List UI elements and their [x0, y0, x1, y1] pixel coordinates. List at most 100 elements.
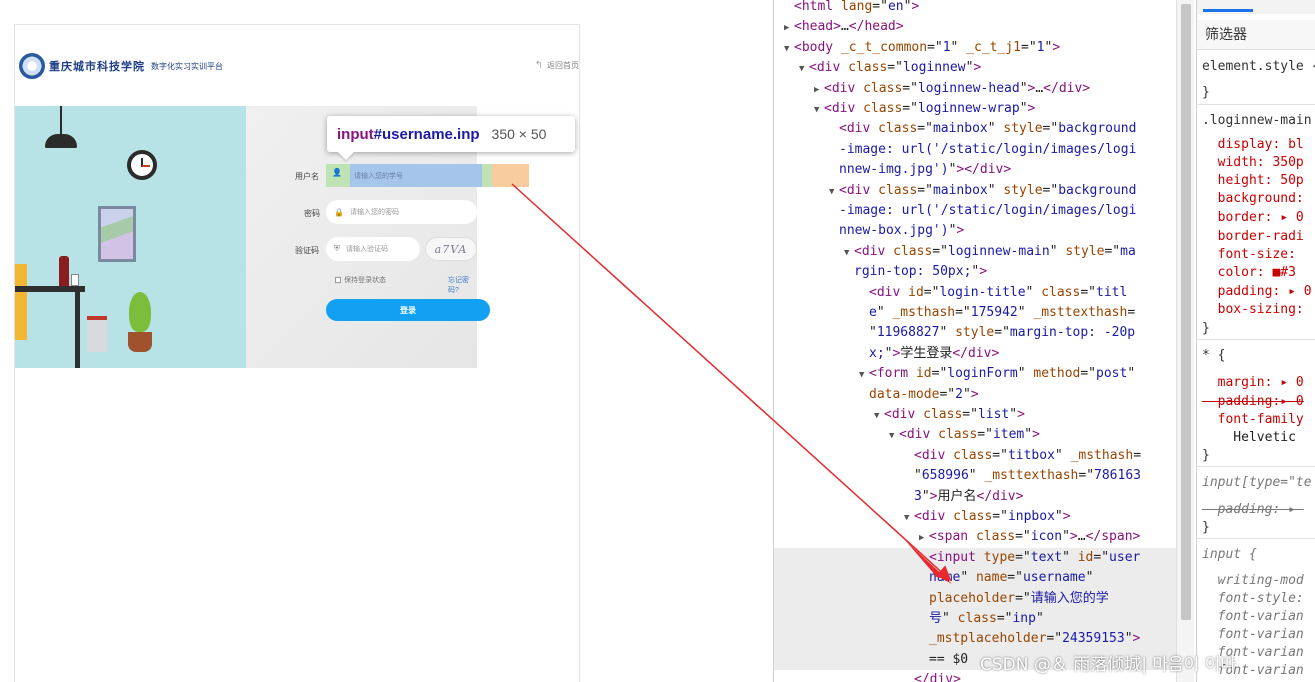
- style-rule-line[interactable]: font-size:: [1197, 246, 1315, 264]
- dom-token: =": [992, 509, 1008, 524]
- style-rule-line[interactable]: padding: ▸ 0: [1197, 283, 1315, 301]
- collapse-triangle-icon[interactable]: ▼: [844, 243, 854, 263]
- captcha-input[interactable]: ⛨ 请输入验证码: [326, 237, 420, 261]
- collapse-triangle-icon[interactable]: ▼: [814, 100, 824, 120]
- dom-node-line[interactable]: ▼ <form id="loginForm" method="post": [774, 364, 1176, 385]
- style-rule-line[interactable]: padding: ▸: [1197, 501, 1315, 519]
- scroll-thumb[interactable]: [1181, 4, 1191, 620]
- style-rule-line[interactable]: }: [1197, 320, 1315, 338]
- dom-node-line[interactable]: <html lang="en">: [774, 0, 1176, 17]
- dom-node-line[interactable]: <div class="titbox" _msthash=: [774, 446, 1176, 466]
- style-rule-line[interactable]: element.style {: [1197, 58, 1315, 76]
- password-input[interactable]: 🔒 请输入您的密码: [326, 200, 477, 224]
- dom-token: x;: [869, 345, 885, 361]
- style-rule-line[interactable]: writing-mod: [1197, 572, 1315, 590]
- elements-scrollbar[interactable]: [1176, 0, 1194, 682]
- style-rule-line[interactable]: border: ▸ 0: [1197, 209, 1315, 227]
- dom-node-line[interactable]: ▼ <div class="loginnew">: [774, 58, 1176, 79]
- dom-node-line[interactable]: -image: url('/static/login/images/logi: [774, 140, 1176, 160]
- styles-panel[interactable]: 筛选器 element.style {} .loginnew-main displ…: [1196, 0, 1315, 682]
- dom-node-line[interactable]: "11968827" style="margin-top: -20p: [774, 323, 1176, 343]
- dom-node-line[interactable]: 3">用户名</div>: [774, 487, 1176, 507]
- style-rule-line[interactable]: font-varian: [1197, 608, 1315, 626]
- styles-tabs[interactable]: [1197, 0, 1315, 14]
- dom-token: id: [915, 366, 932, 382]
- dom-token: ": [921, 488, 930, 504]
- collapse-triangle-icon[interactable]: ▼: [859, 365, 869, 385]
- dom-node-line[interactable]: ▼ <div class="inpbox">: [774, 507, 1176, 528]
- dom-node-selected[interactable]: placeholder="请输入您的学: [774, 588, 1176, 609]
- remember-checkbox[interactable]: [335, 277, 341, 283]
- style-rule-line[interactable]: }: [1197, 84, 1315, 102]
- dom-node-line[interactable]: ▼ <div class="loginnew-main" style="ma: [774, 242, 1176, 263]
- dom-node-line[interactable]: ▼ <div class="mainbox" style="background: [774, 181, 1176, 202]
- dom-node-selected[interactable]: _mstplaceholder="24359153">: [774, 629, 1176, 650]
- screenshot-root: 重庆城市科技学院 数字化实习实训平台 ↰ 返回首页 用户名 请输入您的学号 👤 …: [0, 0, 1315, 682]
- style-rule-line[interactable]: Helvetic: [1197, 429, 1315, 447]
- captcha-image[interactable]: a7VA: [425, 237, 477, 261]
- dom-node-line[interactable]: e" _msthash="175942" _msttexthash=: [774, 303, 1176, 323]
- dom-node-line[interactable]: <div id="login-title" class="titl: [774, 283, 1176, 303]
- style-rule-line[interactable]: border-radi: [1197, 228, 1315, 246]
- style-rule-line[interactable]: font-family: [1197, 411, 1315, 429]
- collapse-triangle-icon[interactable]: ▼: [799, 59, 809, 79]
- collapse-triangle-icon[interactable]: ▼: [889, 426, 899, 446]
- login-button[interactable]: 登录: [326, 299, 490, 321]
- remember-me[interactable]: 保持登录状态: [335, 275, 386, 285]
- collapse-triangle-icon[interactable]: ▼: [874, 406, 884, 426]
- style-rule-line[interactable]: padding:▸ 0: [1197, 393, 1315, 411]
- dom-node-line[interactable]: -image: url('/static/login/images/logi: [774, 201, 1176, 221]
- dom-node-line[interactable]: "658996" _msttexthash="786163: [774, 466, 1176, 486]
- dom-node-line[interactable]: ▶ <div class="loginnew-head">…</div>: [774, 79, 1176, 100]
- dom-node-line[interactable]: <div class="mainbox" style="background: [774, 119, 1176, 139]
- style-rule-line[interactable]: margin: ▸ 0: [1197, 374, 1315, 392]
- style-rule-line[interactable]: }: [1197, 519, 1315, 537]
- collapse-triangle-icon[interactable]: ▼: [784, 39, 794, 59]
- style-rule-line[interactable]: .loginnew-main: [1197, 112, 1315, 130]
- tooltip-id: #username.inp: [373, 125, 480, 143]
- dom-node-line[interactable]: nnew-box.jpg')">: [774, 221, 1176, 241]
- forgot-password-link[interactable]: 忘记密码?: [448, 275, 477, 295]
- dom-token: ": [1062, 549, 1078, 565]
- expand-triangle-icon[interactable]: ▶: [814, 80, 824, 100]
- expand-triangle-icon[interactable]: ▶: [919, 528, 929, 548]
- dom-node-line[interactable]: rgin-top: 50px;">: [774, 262, 1176, 282]
- username-input[interactable]: 请输入您的学号: [350, 164, 482, 187]
- styles-filter-input[interactable]: 筛选器: [1197, 20, 1315, 50]
- style-rule-line[interactable]: width: 350p: [1197, 154, 1315, 172]
- collapse-triangle-icon[interactable]: ▼: [904, 508, 914, 528]
- style-rule-line[interactable]: color: ■#3: [1197, 264, 1315, 282]
- style-rule-line[interactable]: font-style:: [1197, 590, 1315, 608]
- dom-node-selected[interactable]: 号" class="inp": [774, 609, 1176, 630]
- dom-token: mainbox: [932, 182, 988, 198]
- style-rule-line[interactable]: font-varian: [1197, 626, 1315, 644]
- dom-token: style: [955, 325, 995, 341]
- dom-node-selected[interactable]: name" name="username": [774, 568, 1176, 589]
- dom-node-selected[interactable]: <input type="text" id="user: [774, 547, 1176, 569]
- bottle-shape: [59, 256, 69, 286]
- style-rule-line[interactable]: height: 50p: [1197, 172, 1315, 190]
- dom-node-line[interactable]: ▼ <div class="loginnew-wrap">: [774, 99, 1176, 120]
- dom-node-line[interactable]: ▼ <div class="item">: [774, 425, 1176, 446]
- style-rule-line[interactable]: display: bl: [1197, 136, 1315, 154]
- dom-node-line[interactable]: ▶ <span class="icon">…</span>: [774, 527, 1176, 548]
- dom-node-line[interactable]: ▼ <div class="list">: [774, 405, 1176, 426]
- dom-node-line[interactable]: ▶ <head>…</head>: [774, 17, 1176, 38]
- dom-node-line[interactable]: data-mode="2">: [774, 385, 1176, 405]
- style-rule-line[interactable]: input {: [1197, 546, 1315, 564]
- style-rule-line[interactable]: }: [1197, 447, 1315, 465]
- dom-node-line[interactable]: nnew-img.jpg')"></div>: [774, 160, 1176, 180]
- dom-token: style: [1003, 182, 1043, 198]
- back-home-link[interactable]: ↰ 返回首页: [535, 60, 579, 71]
- style-rule-line[interactable]: input[type="te: [1197, 474, 1315, 492]
- style-rule-line[interactable]: background:: [1197, 190, 1315, 208]
- dom-node-line[interactable]: ▼ <body _c_t_common="1" _c_t_j1="1">: [774, 38, 1176, 59]
- collapse-triangle-icon[interactable]: ▼: [829, 182, 839, 202]
- dom-token: placeholder: [929, 590, 1016, 606]
- expand-triangle-icon[interactable]: ▶: [784, 18, 794, 38]
- csdn-watermark: CSDN @＆ 雨落倾城| 마음이 이따: [980, 655, 1237, 675]
- style-rule-line[interactable]: * {: [1197, 347, 1315, 365]
- dom-node-line[interactable]: x;">学生登录</div>: [774, 344, 1176, 364]
- elements-panel[interactable]: ··· <html lang="en">▶<head>…</head>▼<bod…: [773, 0, 1176, 682]
- style-rule-line[interactable]: box-sizing:: [1197, 301, 1315, 319]
